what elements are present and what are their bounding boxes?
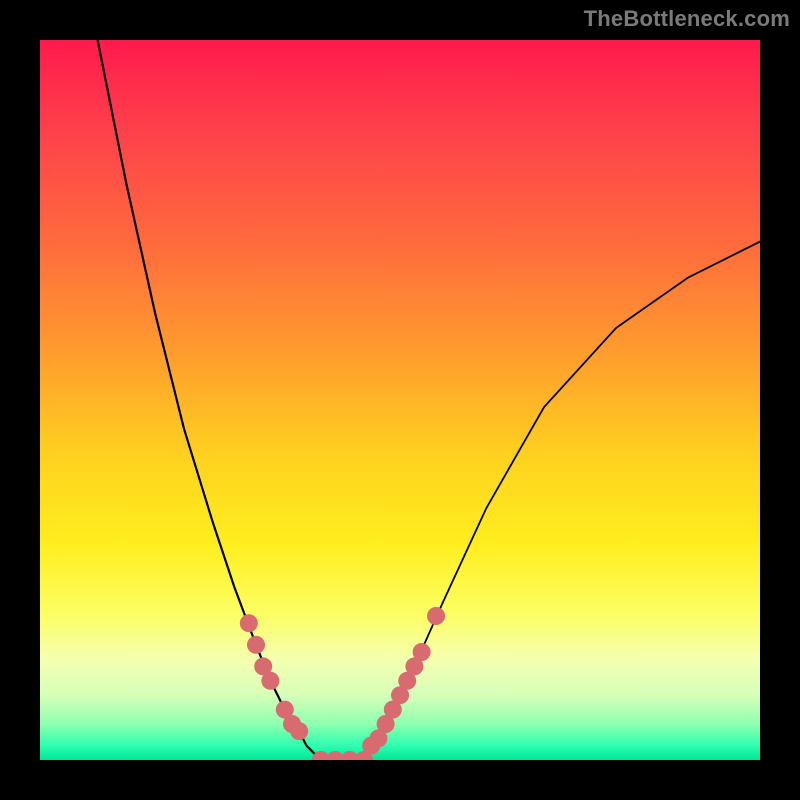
curve-left — [98, 40, 321, 760]
curve-layer — [40, 40, 760, 760]
curve-marker — [290, 722, 308, 740]
curve-marker — [427, 607, 445, 625]
curve-right — [364, 242, 760, 760]
curve-marker — [413, 643, 431, 661]
curve-markers — [240, 607, 445, 760]
plot-area — [40, 40, 760, 760]
curve-marker — [240, 614, 258, 632]
watermark-text: TheBottleneck.com — [584, 6, 790, 32]
chart-frame: TheBottleneck.com — [0, 0, 800, 800]
curve-marker — [261, 672, 279, 690]
curve-marker — [247, 636, 265, 654]
